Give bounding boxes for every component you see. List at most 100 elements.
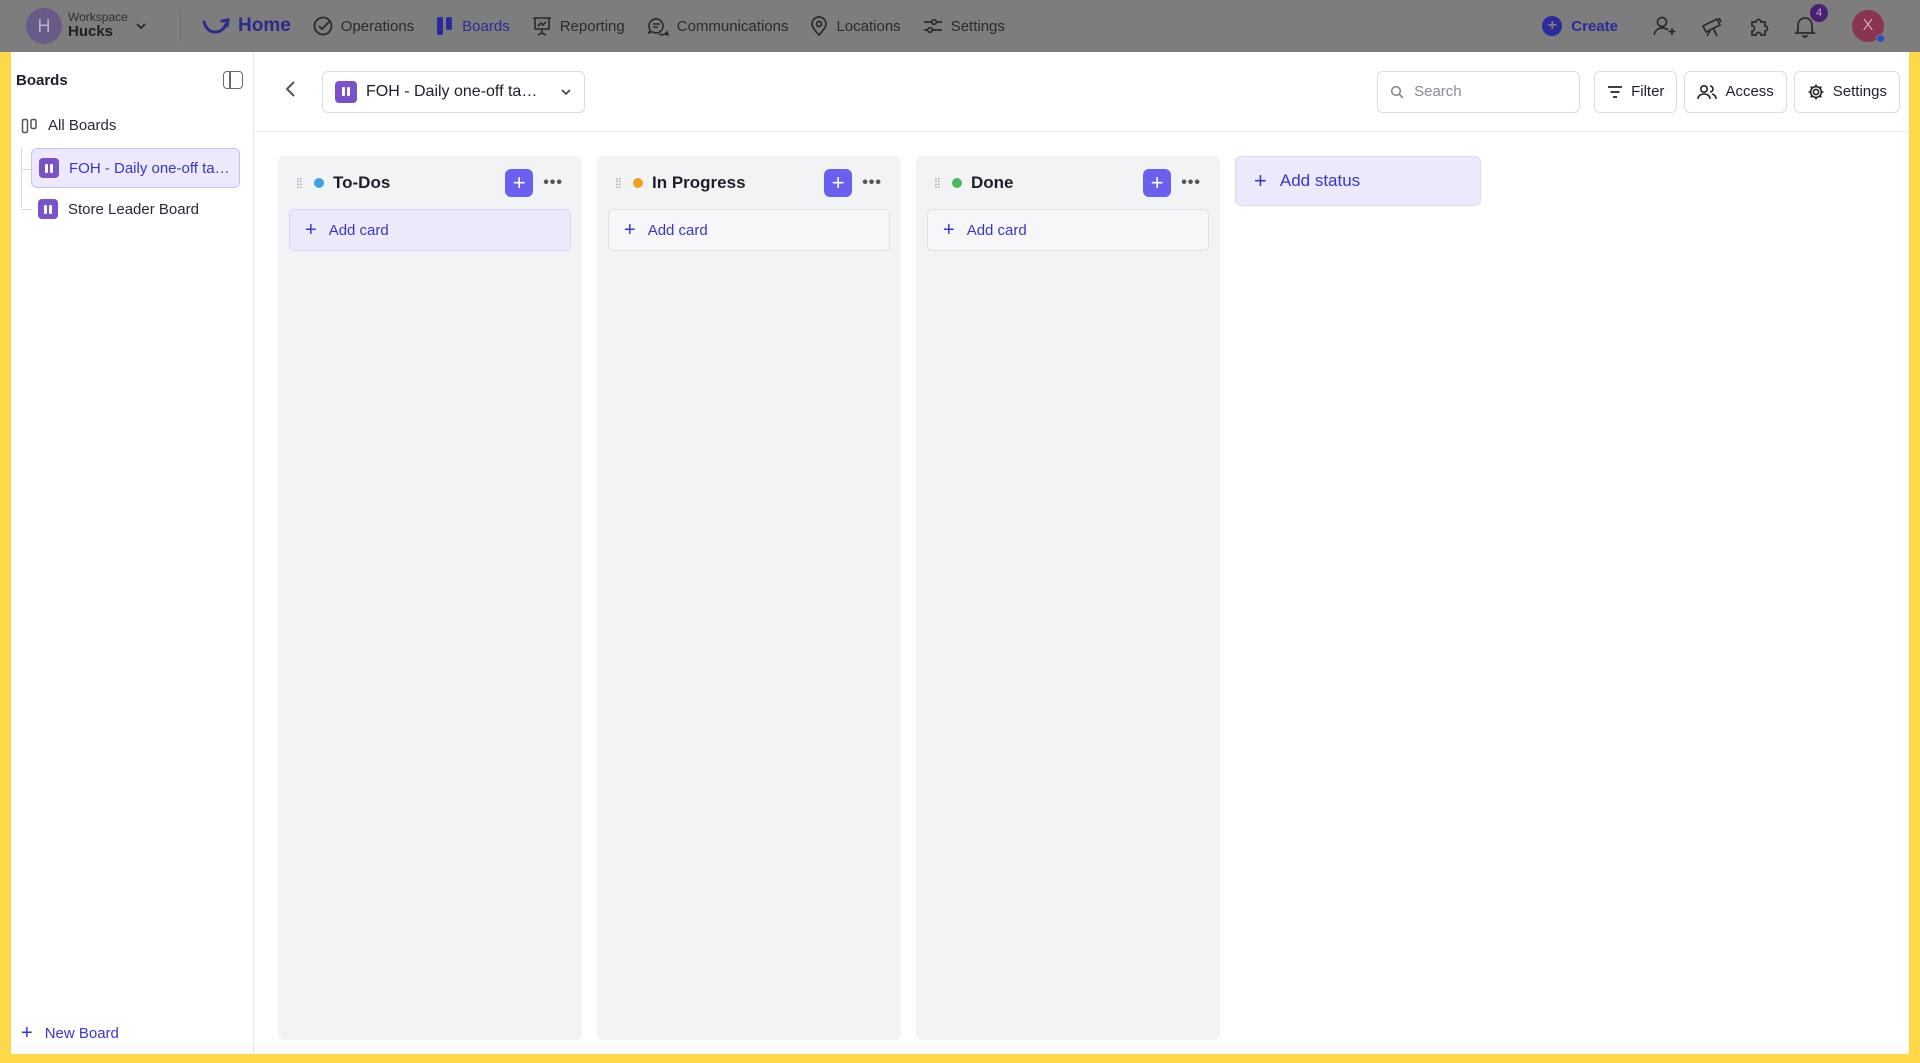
access-label: Access [1725,83,1774,100]
nav-boards[interactable]: Boards [435,15,510,37]
plus-circle-icon: + [1542,16,1563,36]
board-content: FOH - Daily one-off tasks Filter Access [254,52,1909,1054]
divider [180,11,181,41]
sidebar-item-foh-daily[interactable]: FOH - Daily one-off tasks [22,148,240,188]
workspace-switcher[interactable]: H Workspace Hucks [26,8,166,44]
selected-board-name: FOH - Daily one-off tasks [366,82,544,100]
invite-user-button[interactable] [1652,14,1678,38]
more-options-icon[interactable]: ••• [1181,174,1201,192]
search-input[interactable] [1414,83,1565,100]
column-header: ⁞⁞ To-Dos + ••• [289,168,571,198]
workspace-text: Workspace Hucks [68,10,128,41]
more-options-icon[interactable]: ••• [543,174,563,192]
board-label: FOH - Daily one-off tasks [69,159,234,177]
home-logo-icon [202,18,230,34]
more-options-icon[interactable]: ••• [862,174,882,192]
workspace-avatar: H [26,8,62,44]
add-card-label: Add card [328,221,389,239]
nav-locations-label: Locations [836,17,901,35]
telescope-icon [1701,17,1722,37]
nav-home[interactable]: Home [201,15,291,37]
status-dot [633,178,643,188]
board-label: Store Leader Board [68,200,199,218]
main-nav: Home Operations Boards Reporting Communi… [201,0,1026,52]
status-dot [314,178,324,188]
add-card-label: Add card [966,221,1027,239]
sidebar-item-all-boards[interactable]: All Boards [21,117,253,134]
check-circle-icon [313,16,333,36]
filter-lines-icon [1608,85,1623,98]
top-navigation-bar: H Workspace Hucks Home Operations Boards… [0,0,1920,52]
column-header: ⁞⁞ Done + ••• [927,168,1209,198]
column-title: In Progress [652,173,746,192]
nav-settings-label: Settings [950,17,1005,35]
sliders-icon [923,18,942,34]
toolbar-actions: Filter Access Settings [1377,70,1900,113]
nav-reporting[interactable]: Reporting [531,15,625,37]
app-frame: Boards All Boards FOH - Daily one-off ta… [11,52,1909,1054]
puzzle-piece-icon [1751,18,1769,36]
presentation-chart-icon [532,17,551,36]
add-card-row[interactable]: + Add card [608,209,890,251]
nav-operations-label: Operations [340,17,415,35]
add-card-row[interactable]: + Add card [927,209,1209,251]
board-selector[interactable]: FOH - Daily one-off tasks [322,70,585,113]
gear-icon [1808,84,1824,99]
integrations-button[interactable] [1748,14,1772,38]
sidebar-item-store-leader-board[interactable]: Store Leader Board [21,189,240,229]
notification-count-badge: 4 [1810,4,1828,22]
board-icon [335,80,357,103]
add-status-label: Add status [1279,171,1361,190]
board-toolbar: FOH - Daily one-off tasks Filter Access [254,52,1909,132]
plus-icon: + [305,219,317,241]
workspace-name: Hucks [68,23,114,41]
user-initial: X [1862,17,1874,34]
drag-handle-icon[interactable]: ⁞⁞ [615,176,623,190]
search-field [1377,70,1581,113]
status-column-done: ⁞⁞ Done + ••• + Add card [916,156,1220,1040]
back-button[interactable] [284,80,298,104]
user-avatar[interactable]: X [1852,10,1885,43]
status-column-in-progress: ⁞⁞ In Progress + ••• + Add card [597,156,901,1040]
nav-operations[interactable]: Operations [312,15,414,37]
status-column-todos: ⁞⁞ To-Dos + ••• + Add card [278,156,582,1040]
nav-locations[interactable]: Locations [809,15,901,37]
plus-icon: + [1254,168,1267,193]
nav-communications-label: Communications [676,17,789,35]
create-button[interactable]: + Create [1542,16,1618,36]
online-status-dot [1876,34,1885,43]
nav-settings[interactable]: Settings [922,15,1005,37]
column-title: To-Dos [333,173,391,192]
telescope-button[interactable] [1700,14,1726,38]
sidebar-header: Boards [11,52,253,89]
location-pin-icon [811,16,828,37]
drag-handle-icon[interactable]: ⁞⁞ [296,176,304,190]
add-card-button[interactable]: + [1143,169,1172,197]
board-icon [38,199,58,219]
column-title: Done [971,173,1014,192]
add-status-button[interactable]: + Add status [1235,156,1481,206]
board-settings-button[interactable]: Settings [1793,70,1900,113]
add-card-button[interactable]: + [824,169,853,197]
all-boards-label: All Boards [48,117,117,134]
notifications-button[interactable]: 4 [1794,4,1828,38]
plus-icon: + [21,1022,33,1044]
boards-icon [437,17,453,35]
sidebar-title: Boards [16,71,68,89]
add-card-button[interactable]: + [505,169,534,197]
filter-label: Filter [1631,83,1665,100]
create-button-label: Create [1571,17,1618,35]
add-card-row[interactable]: + Add card [289,209,571,251]
add-card-label: Add card [647,221,708,239]
columns-icon [21,118,37,133]
chevron-down-icon [136,23,146,30]
drag-handle-icon[interactable]: ⁞⁞ [934,176,942,190]
collapse-sidebar-icon[interactable] [223,71,243,89]
users-icon [1697,84,1718,99]
plus-icon: + [624,219,636,241]
access-button[interactable]: Access [1684,70,1787,113]
filter-button[interactable]: Filter [1594,70,1678,113]
new-board-button[interactable]: + New Board [21,1023,119,1043]
plus-icon: + [943,219,955,241]
nav-communications[interactable]: Communications [646,15,789,37]
